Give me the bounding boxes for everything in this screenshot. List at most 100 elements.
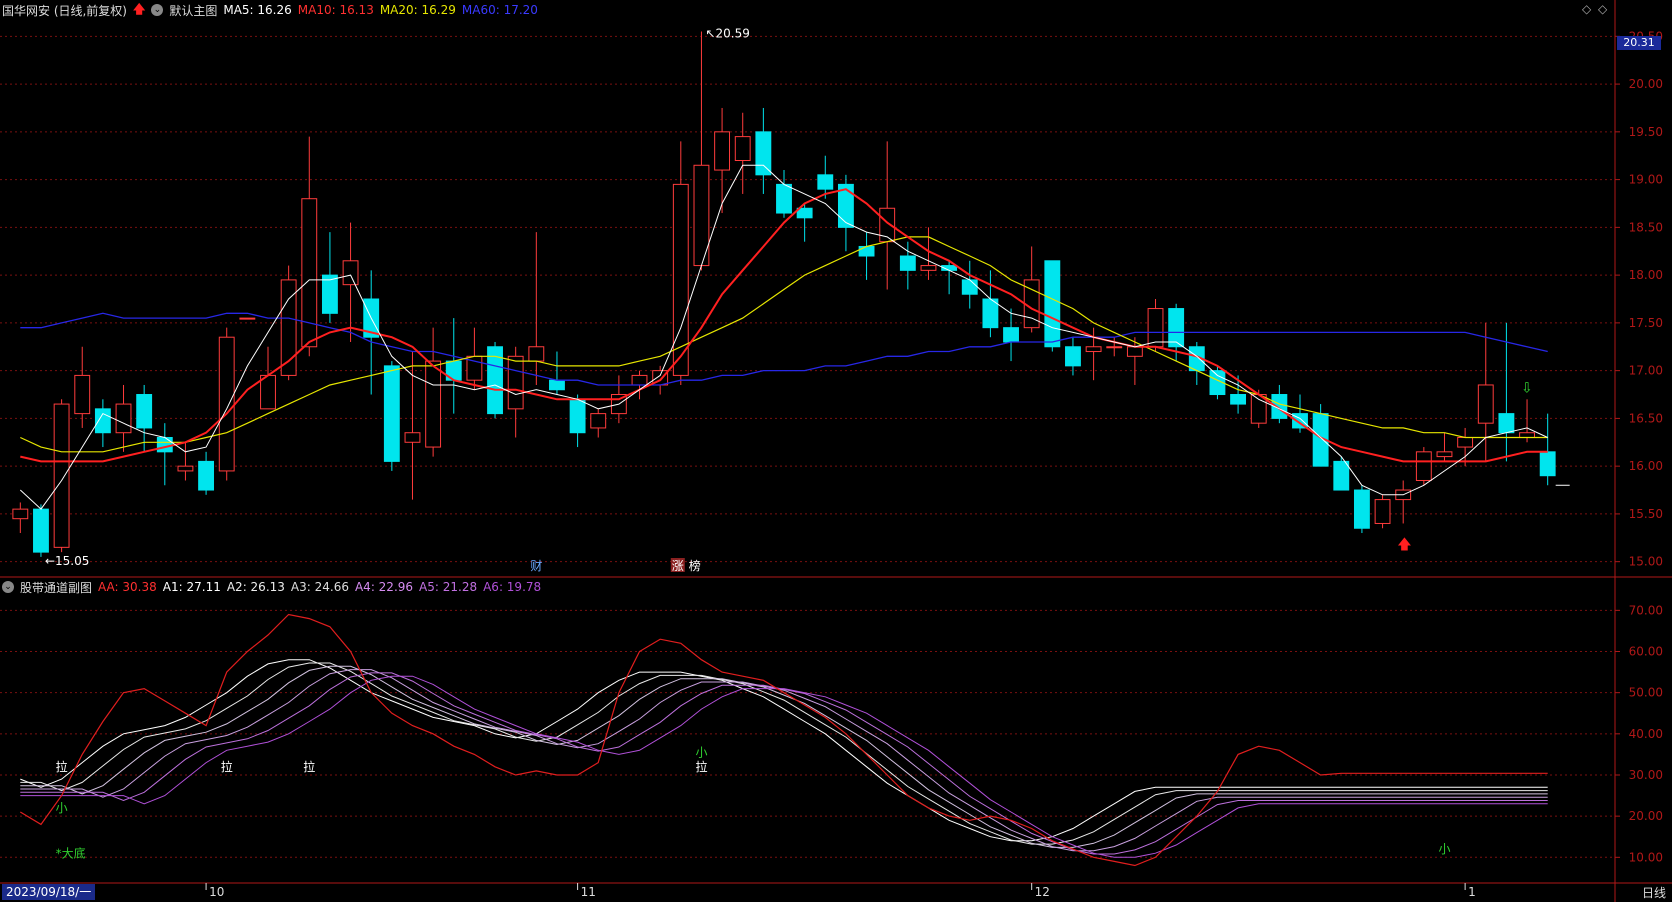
price-tick-label: 18.00 <box>1629 268 1663 282</box>
candle <box>321 274 338 314</box>
price-tick-label: 17.50 <box>1629 316 1663 330</box>
candle <box>342 260 359 286</box>
stock-chart[interactable]: 20.5020.0019.5019.0018.5018.0017.5017.00… <box>0 0 1672 902</box>
candle <box>1374 499 1391 524</box>
candle <box>899 255 916 271</box>
aa-line <box>19 613 1548 867</box>
price-tick-label: 20.00 <box>1629 77 1663 91</box>
xiao-label: 小 <box>695 745 707 759</box>
low-price-label: ←15.05 <box>45 554 89 568</box>
band-line-a1 <box>20 659 1548 842</box>
candle <box>755 131 772 176</box>
candle <box>1539 451 1556 477</box>
candle <box>53 403 70 548</box>
band-line-a3 <box>20 665 1548 848</box>
candle <box>260 374 276 410</box>
price-tick-label: 19.50 <box>1629 125 1663 139</box>
candle <box>1126 346 1143 357</box>
candle <box>590 413 607 429</box>
high-price-label: ↖20.59 <box>705 27 749 41</box>
candle <box>1085 346 1102 353</box>
candle <box>1044 260 1061 348</box>
candle <box>218 336 235 472</box>
cursor-date: 2023/09/18/一 <box>2 884 96 900</box>
price-tick-label: 17.00 <box>1629 364 1663 378</box>
candle <box>714 131 731 171</box>
candle <box>982 298 999 329</box>
candle <box>1147 308 1164 348</box>
candle <box>94 408 111 434</box>
candle <box>858 245 875 257</box>
xiao-label: 小 <box>1438 842 1450 856</box>
candle <box>817 174 834 190</box>
candle <box>177 465 194 472</box>
ma60-line <box>20 312 1548 386</box>
candle <box>1106 346 1123 349</box>
sub-tick-label: 60.00 <box>1629 645 1663 659</box>
band-line-a6 <box>20 675 1548 858</box>
candle <box>776 183 792 214</box>
candle <box>383 365 400 462</box>
candle <box>1353 489 1370 529</box>
event-marker-zhang: 涨 <box>672 558 684 573</box>
xiao-label: 小 <box>56 801 68 815</box>
candle <box>528 346 545 362</box>
candle <box>796 207 813 219</box>
candle <box>1519 432 1535 439</box>
dadi-label: *大底 <box>56 845 86 860</box>
candle <box>1065 346 1081 367</box>
candle <box>156 437 173 453</box>
candle <box>1436 451 1453 458</box>
la-label: 拉 <box>695 759 707 774</box>
price-tick-label: 19.00 <box>1629 173 1663 187</box>
sub-tick-label: 70.00 <box>1629 603 1663 617</box>
price-tick-label: 18.50 <box>1629 220 1663 234</box>
candle <box>1498 413 1515 434</box>
buy-arrow-icon: 🡅 <box>1397 537 1411 553</box>
candle <box>136 394 153 429</box>
event-marker-cai: 财 <box>530 559 542 573</box>
sub-tick-label: 50.00 <box>1629 686 1663 700</box>
month-label: 10 <box>209 885 224 899</box>
month-label: 11 <box>581 885 596 899</box>
la-label: 拉 <box>56 759 68 774</box>
sub-tick-label: 30.00 <box>1629 768 1663 782</box>
candle <box>1003 327 1019 343</box>
price-tick-label: 15.50 <box>1629 507 1663 521</box>
candle <box>1333 460 1350 491</box>
candle <box>1477 384 1494 424</box>
candle <box>404 432 421 443</box>
candle <box>33 508 49 553</box>
price-tick-label: 15.00 <box>1629 555 1663 569</box>
la-label: 拉 <box>221 759 233 774</box>
candle <box>1415 451 1432 481</box>
candle <box>1168 308 1185 348</box>
candle <box>569 398 586 434</box>
candle <box>507 355 524 410</box>
candle <box>631 374 648 386</box>
period-label[interactable]: 日线 <box>1642 884 1666 901</box>
candles <box>12 31 1556 557</box>
price-tick-label: 16.00 <box>1629 459 1663 473</box>
la-label: 拉 <box>303 759 315 774</box>
candle <box>961 279 978 295</box>
month-label: 12 <box>1035 885 1050 899</box>
sub-tick-label: 10.00 <box>1629 850 1663 864</box>
candle <box>115 403 132 434</box>
candle <box>74 374 91 415</box>
candle <box>1457 437 1474 448</box>
sell-arrow-icon: ⇩ <box>1521 381 1533 397</box>
event-marker-bang: 榜 <box>689 558 701 573</box>
candle <box>239 317 256 320</box>
candle <box>1230 394 1247 405</box>
candle <box>425 360 442 448</box>
sub-tick-label: 40.00 <box>1629 727 1663 741</box>
price-tick-label: 16.50 <box>1629 411 1663 425</box>
sub-tick-label: 20.00 <box>1629 809 1663 823</box>
candle <box>920 265 937 271</box>
current-price-tag: 20.31 <box>1617 36 1661 50</box>
band-line-a4 <box>20 669 1548 852</box>
month-label: 1 <box>1468 885 1476 899</box>
candle <box>734 136 751 162</box>
candle <box>549 379 565 391</box>
